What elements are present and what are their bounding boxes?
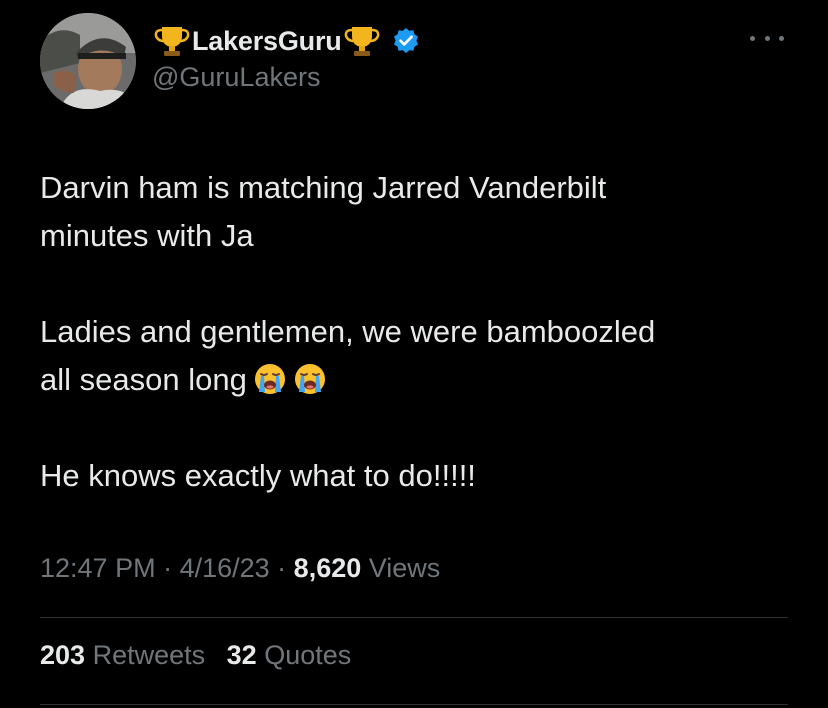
avatar-image [40,13,136,109]
more-options-icon [779,35,784,41]
tweet-line: minutes with Ja [40,218,254,253]
views-count: 8,620 [293,553,362,583]
divider [40,617,788,618]
tweet-line-with-emoji: all season long [40,356,800,404]
verified-badge-icon[interactable] [392,27,420,55]
quotes-label: Quotes [264,640,352,670]
tweet-time[interactable]: 12:47 PM [40,553,156,583]
display-name[interactable]: LakersGuru [192,26,342,57]
trophy-icon [154,27,190,56]
trophy-icon [344,27,379,56]
loudly-crying-face-icon [254,364,285,394]
tweet-text: Darvin ham is matching Jarred Vanderbilt… [40,164,800,500]
more-options-icon [764,35,770,41]
meta-separator: · [269,553,294,583]
tweet-line: Darvin ham is matching Jarred Vanderbilt [40,170,607,205]
quotes-count: 32 [226,640,257,670]
meta-separator: · [155,553,180,583]
tweet-stats: 203 Retweets 32 Quotes [40,640,365,671]
retweets-count: 203 [40,640,86,670]
more-options-icon [750,35,755,41]
tweet-header: LakersGuru @GuruLakers [152,22,420,93]
loudly-crying-face-icon [294,364,325,394]
tweet-card: LakersGuru @GuruLakers Darvin ham is mat… [0,0,828,708]
retweets-label: Retweets [92,640,206,670]
tweet-line: all season long [40,362,247,397]
divider [40,704,788,705]
handle[interactable]: @GuruLakers [152,62,420,93]
views-label: Views [361,553,441,583]
tweet-meta: 12:47 PM · 4/16/23 · 8,620 Views [40,553,440,584]
retweets-stat[interactable]: 203 Retweets [40,640,205,670]
tweet-date[interactable]: 4/16/23 [180,553,270,583]
avatar[interactable] [40,13,136,109]
tweet-line: He knows exactly what to do!!!!! [40,458,476,493]
more-options-button[interactable] [750,28,784,48]
name-row[interactable]: LakersGuru [152,22,420,60]
quotes-stat[interactable]: 32 Quotes [227,640,352,670]
tweet-line: Ladies and gentlemen, we were bamboozled [40,314,656,349]
